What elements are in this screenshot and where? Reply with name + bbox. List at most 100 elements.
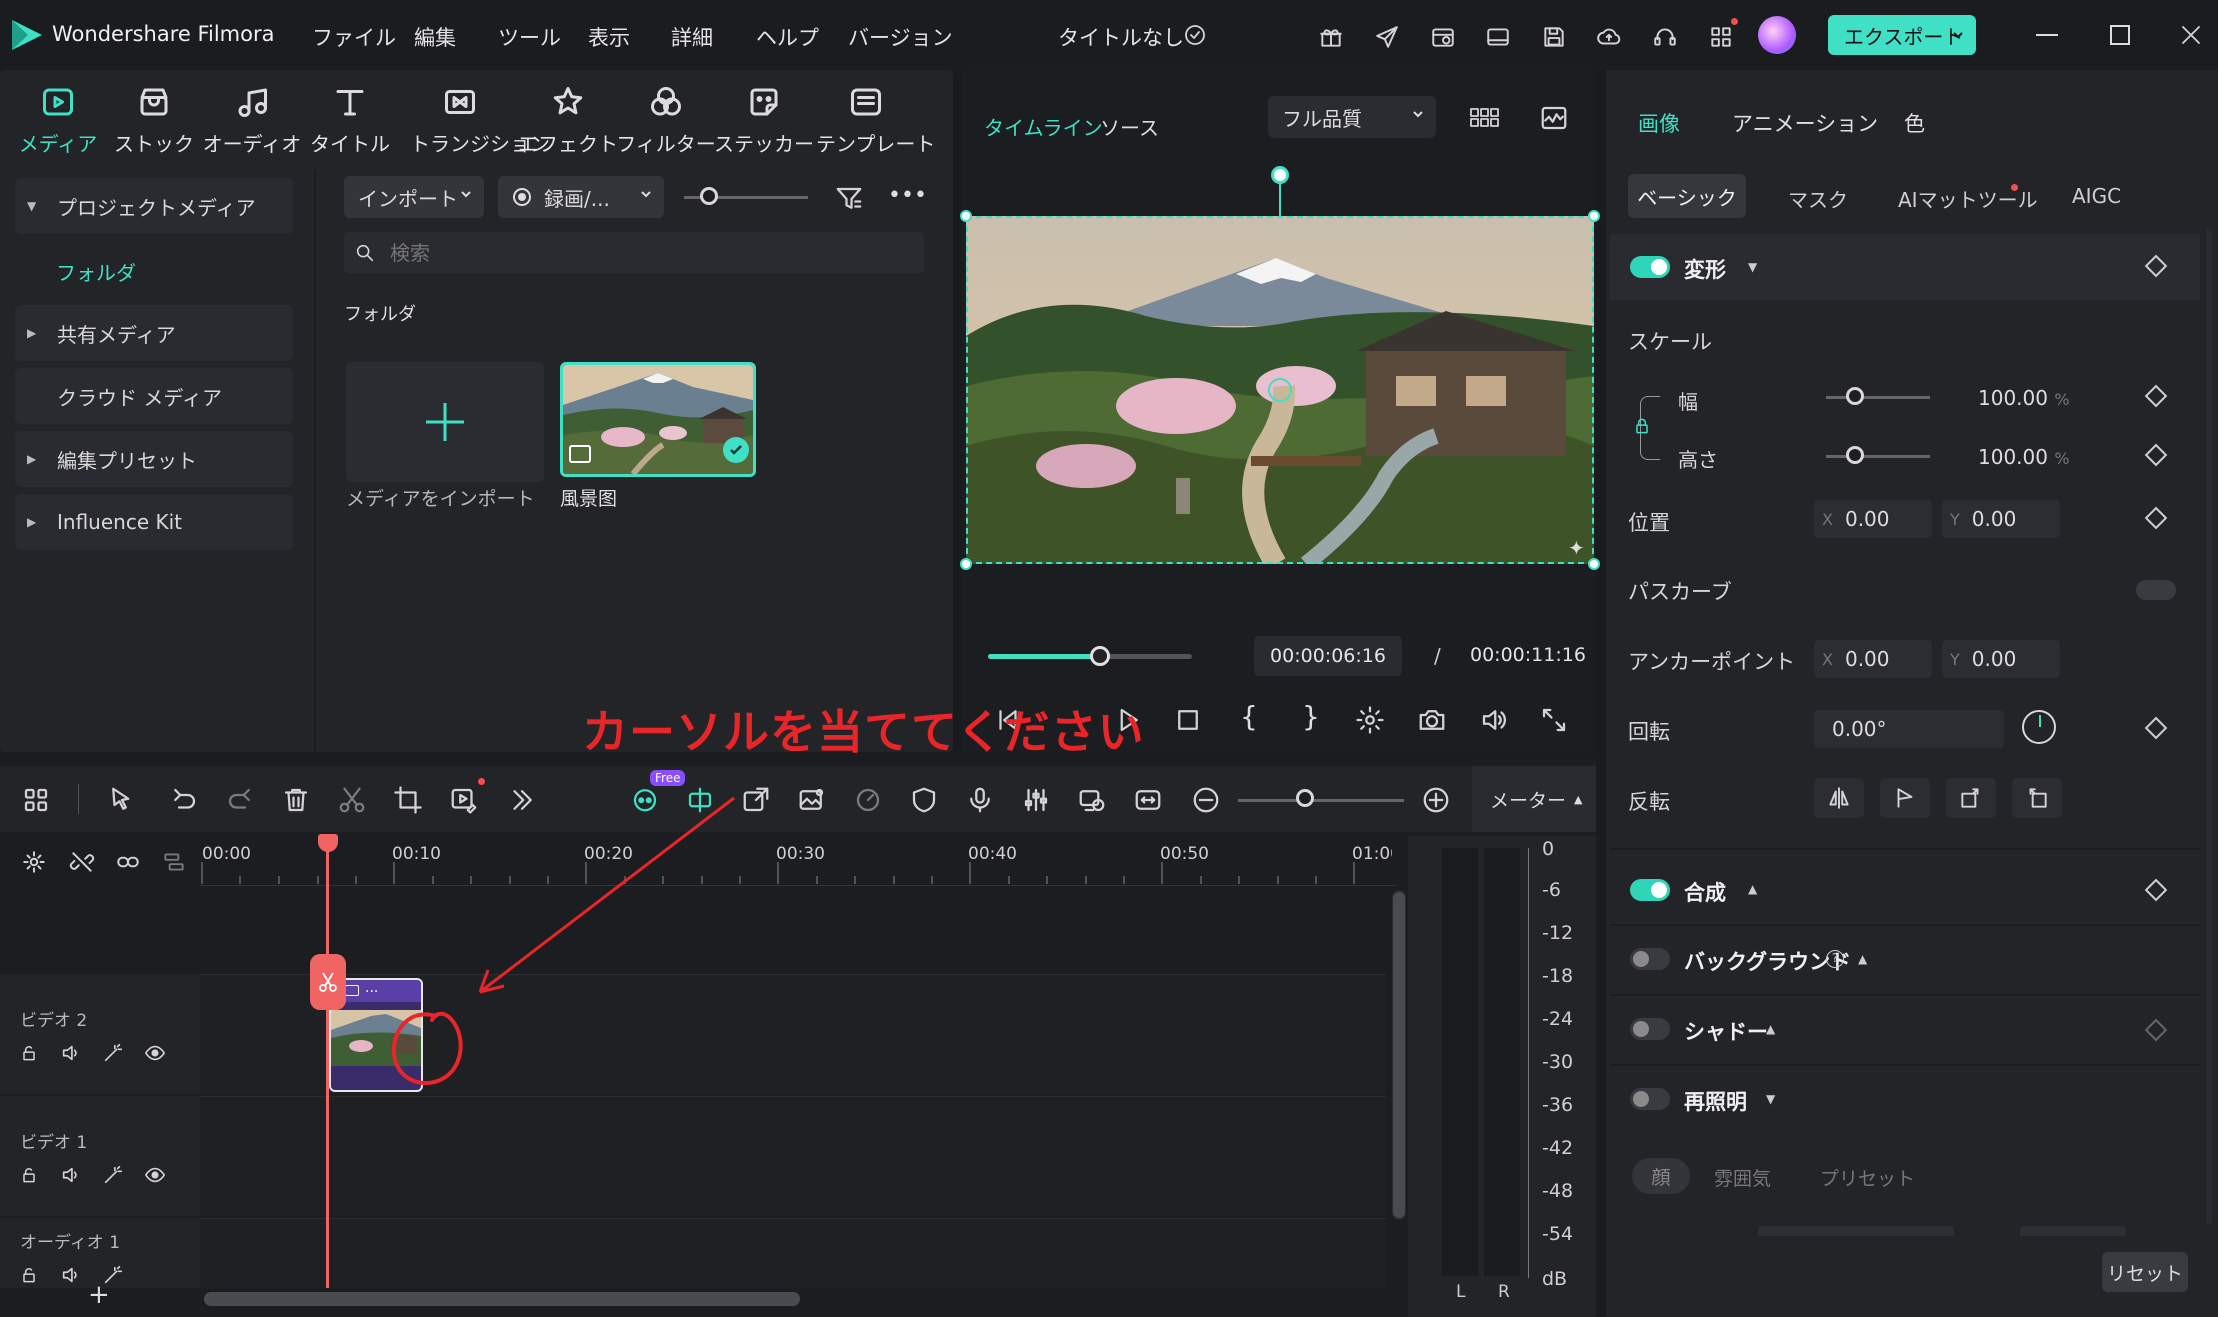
tab-media[interactable]: メディア	[8, 80, 108, 156]
relight-tab-preset[interactable]: プリセット	[1820, 1164, 1915, 1191]
stop-icon[interactable]	[1170, 702, 1206, 738]
shadow-caret-icon[interactable]: ▲	[1766, 1022, 1775, 1036]
zoom-in-icon[interactable]	[1418, 782, 1454, 818]
support-headset-icon[interactable]	[1648, 20, 1682, 54]
relight-tab-atmosphere[interactable]: 雰囲気	[1714, 1164, 1771, 1191]
split-scissors-icon[interactable]	[334, 782, 370, 818]
subtab-basic[interactable]: ベーシック	[1628, 174, 1746, 218]
height-slider-knob[interactable]	[1846, 446, 1864, 464]
track-visibility-eye-icon[interactable]	[140, 1038, 170, 1068]
sidebar-item-influence-kit[interactable]: ▶ Influence Kit	[15, 494, 293, 550]
meter-toggle[interactable]: メーター ▲	[1472, 766, 1596, 832]
relight-tab-face[interactable]: 顔	[1632, 1158, 1690, 1194]
export-button[interactable]: エクスポート	[1828, 15, 1976, 55]
zoom-slider-knob[interactable]	[1296, 789, 1314, 807]
import-media-tile[interactable]	[346, 362, 544, 482]
speed-ramp-icon[interactable]	[850, 782, 886, 818]
close-window-icon[interactable]	[2176, 20, 2206, 50]
corner-handle-br[interactable]	[1588, 558, 1600, 570]
snapshot-camera-icon[interactable]	[1414, 702, 1450, 738]
tab-audio[interactable]: オーディオ	[202, 80, 302, 156]
mask-shield-icon[interactable]	[906, 782, 942, 818]
aspect-lock-icon[interactable]	[1628, 412, 1656, 440]
grid-view-icon[interactable]	[1466, 100, 1502, 136]
shadow-toggle[interactable]	[1630, 1018, 1670, 1040]
subtab-mask[interactable]: マスク	[1788, 184, 1848, 213]
timeline-vscroll-thumb[interactable]	[1393, 892, 1405, 1218]
microphone-icon[interactable]	[962, 782, 998, 818]
width-slider[interactable]	[1826, 396, 1930, 399]
transform-caret-icon[interactable]: ▼	[1748, 260, 1757, 274]
flip-vertical-icon[interactable]	[1880, 778, 1930, 818]
waveform-chart-icon[interactable]	[1536, 100, 1572, 136]
screen-record-icon[interactable]	[1074, 782, 1110, 818]
minimize-button[interactable]	[2036, 34, 2058, 36]
media-clip-thumbnail[interactable]	[560, 362, 756, 477]
mark-in-icon[interactable]: {	[1240, 700, 1258, 733]
image-enhance-icon[interactable]	[794, 782, 830, 818]
link-icon[interactable]	[112, 846, 144, 878]
crop-icon[interactable]	[390, 782, 426, 818]
layout-icon[interactable]	[1481, 20, 1515, 54]
corner-handle-tl[interactable]	[960, 210, 972, 222]
reset-button[interactable]: リセット	[2102, 1252, 2188, 1292]
select-tool-icon[interactable]	[104, 782, 140, 818]
zoom-out-icon[interactable]	[1188, 782, 1224, 818]
prop-tab-image[interactable]: 画像	[1638, 108, 1680, 138]
add-track-plus-icon[interactable]: +	[88, 1280, 110, 1310]
anchor-x-field[interactable]: X 0.00	[1814, 640, 1932, 678]
relight-toggle[interactable]	[1630, 1088, 1670, 1110]
tab-title[interactable]: タイトル	[300, 80, 400, 156]
tab-timeline-preview[interactable]: タイムライン	[984, 112, 1103, 141]
track-lock-icon[interactable]	[14, 1160, 44, 1190]
sidebar-item-cloud-media[interactable]: クラウド メディア	[15, 368, 293, 424]
transform-toggle[interactable]	[1630, 256, 1670, 278]
width-slider-knob[interactable]	[1846, 387, 1864, 405]
project-title[interactable]: タイトルなし	[1058, 22, 1184, 52]
tab-effect[interactable]: エフェクト	[518, 80, 618, 156]
prop-tab-animation[interactable]: アニメーション	[1732, 108, 1878, 138]
position-y-field[interactable]: Y 0.00	[1942, 500, 2060, 538]
track-lock-icon[interactable]	[14, 1038, 44, 1068]
path-curve-toggle[interactable]	[2136, 580, 2176, 600]
sidebar-item-project-media[interactable]: ▼ プロジェクトメディア	[15, 178, 293, 234]
composite-caret-icon[interactable]: ▲	[1748, 882, 1757, 896]
maximize-button[interactable]	[2110, 25, 2130, 45]
filter-funnel-icon[interactable]	[832, 182, 866, 216]
height-value[interactable]: 100.00 %	[1978, 445, 2070, 469]
menu-edit[interactable]: 編集	[414, 22, 456, 52]
rotate-handle[interactable]	[1271, 166, 1289, 184]
tab-template[interactable]: テンプレート	[816, 80, 935, 156]
prop-tab-color[interactable]: 色	[1904, 108, 1925, 138]
record-dropdown[interactable]: 録画/...	[498, 176, 664, 218]
background-toggle[interactable]	[1630, 948, 1670, 970]
fit-timeline-icon[interactable]	[1130, 782, 1166, 818]
position-x-field[interactable]: X 0.00	[1814, 500, 1932, 538]
send-feedback-icon[interactable]	[1370, 20, 1404, 54]
undo-icon[interactable]	[166, 782, 202, 818]
corner-handle-tr[interactable]	[1588, 210, 1600, 222]
render-settings-icon[interactable]	[1352, 702, 1388, 738]
tab-filter[interactable]: フィルター	[616, 80, 716, 156]
anchor-y-field[interactable]: Y 0.00	[1942, 640, 2060, 678]
track-magic-icon[interactable]	[98, 1160, 128, 1190]
rotation-dial-icon[interactable]	[2022, 710, 2056, 744]
timeline-hscroll-thumb[interactable]	[204, 1292, 800, 1306]
playhead-split-button[interactable]	[310, 954, 346, 1010]
avatar[interactable]	[1758, 16, 1796, 54]
menu-file[interactable]: ファイル	[312, 22, 396, 52]
quality-dropdown[interactable]: フル品質	[1268, 96, 1436, 138]
unlink-icon[interactable]	[66, 846, 98, 878]
menu-view[interactable]: 表示	[588, 22, 630, 52]
subtab-aigc[interactable]: AIGC	[2072, 184, 2121, 208]
composite-toggle[interactable]	[1630, 879, 1670, 901]
cloud-upload-icon[interactable]	[1592, 20, 1626, 54]
flip-horizontal-icon[interactable]	[1814, 778, 1864, 818]
gift-icon[interactable]	[1314, 20, 1348, 54]
rotation-field[interactable]: 0.00°	[1814, 710, 2004, 748]
track-settings-icon[interactable]	[18, 846, 50, 878]
tab-stock[interactable]: ストック	[104, 80, 204, 156]
corner-handle-bl[interactable]	[960, 558, 972, 570]
menu-tools[interactable]: ツール	[498, 22, 561, 52]
tab-sticker[interactable]: ステッカー	[714, 80, 814, 156]
